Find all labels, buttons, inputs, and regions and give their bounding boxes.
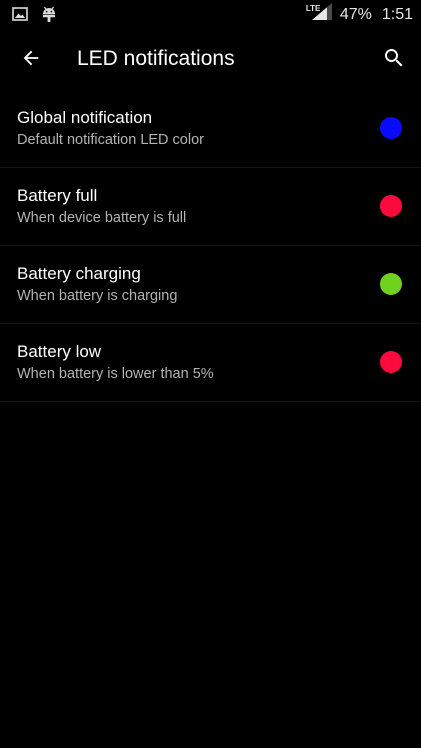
led-color-swatch[interactable] xyxy=(380,117,402,139)
signal-icon xyxy=(311,3,332,25)
search-icon xyxy=(382,46,406,75)
item-title: Global notification xyxy=(17,108,153,127)
battery-percent: 47% xyxy=(339,6,372,23)
item-title: Battery low xyxy=(17,342,102,361)
back-button[interactable] xyxy=(10,39,52,81)
list-item-battery-charging[interactable]: Battery charging When battery is chargin… xyxy=(0,246,421,324)
item-summary: When device battery is full xyxy=(17,210,187,226)
page-title: LED notifications xyxy=(77,47,235,70)
search-button[interactable] xyxy=(373,39,415,81)
clock: 1:51 xyxy=(381,6,413,23)
arrow-back-icon xyxy=(20,47,42,74)
item-summary: When battery is lower than 5% xyxy=(17,366,214,382)
app-bar: LED notifications xyxy=(0,30,421,90)
status-bar: LTE 47% 1:51 xyxy=(0,0,421,30)
list-item-battery-low[interactable]: Battery low When battery is lower than 5… xyxy=(0,324,421,402)
signal-strength: LTE xyxy=(306,3,332,25)
item-summary: When battery is charging xyxy=(17,288,178,304)
list-item-battery-full[interactable]: Battery full When device battery is full xyxy=(0,168,421,246)
item-title: Battery full xyxy=(17,186,98,205)
led-notification-list: Global notification Default notification… xyxy=(0,90,421,402)
list-item-global-notification[interactable]: Global notification Default notification… xyxy=(0,90,421,168)
image-icon xyxy=(12,7,28,26)
item-summary: Default notification LED color xyxy=(17,132,204,148)
led-color-swatch[interactable] xyxy=(380,195,402,217)
led-color-swatch[interactable] xyxy=(380,273,402,295)
led-color-swatch[interactable] xyxy=(380,351,402,373)
item-title: Battery charging xyxy=(17,264,141,283)
android-icon xyxy=(41,5,57,28)
